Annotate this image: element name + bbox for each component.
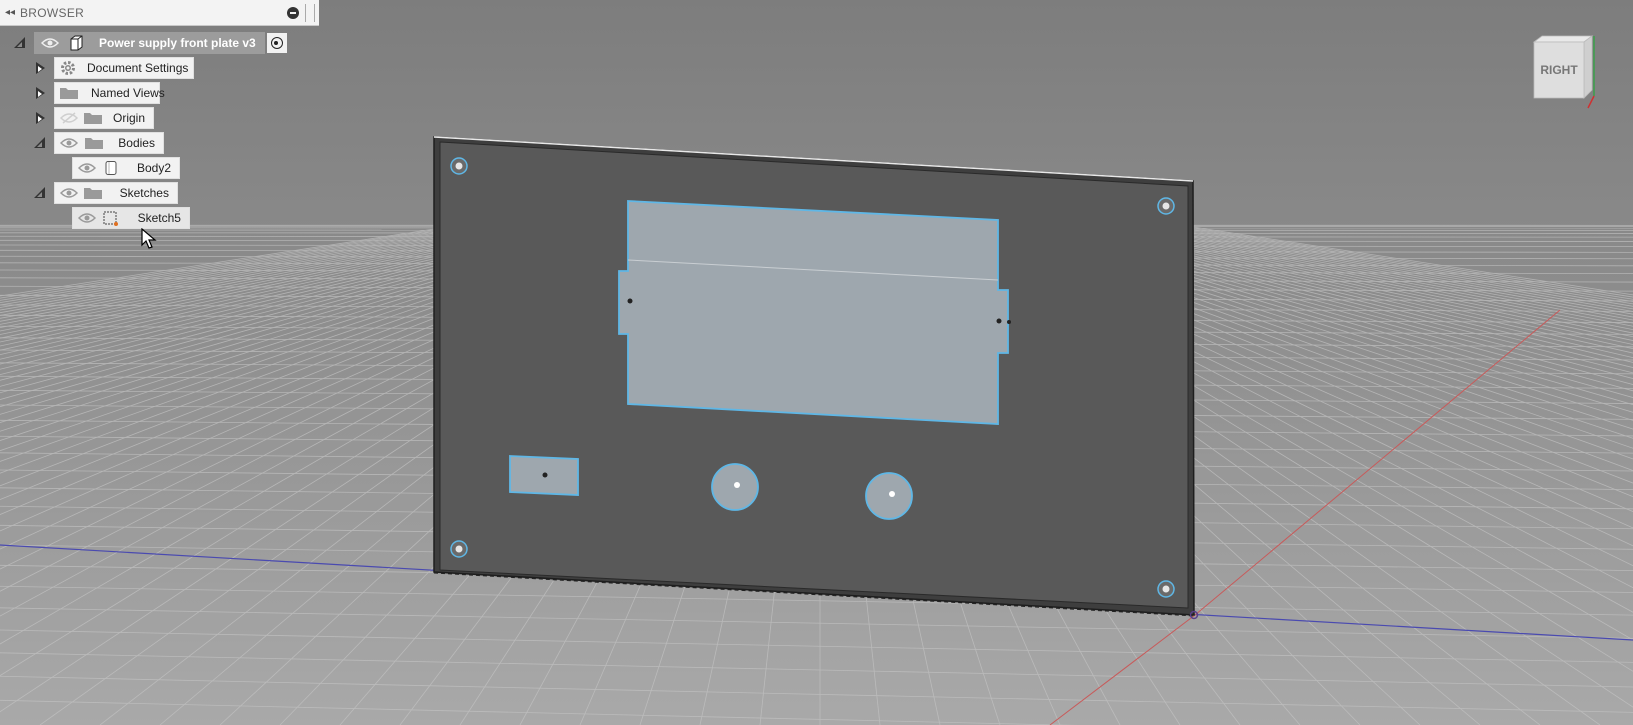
cutout-point (627, 298, 633, 304)
component-icon (65, 34, 87, 52)
tree-row-root[interactable]: Power supply front plate v3 (12, 31, 287, 55)
eye-hidden-icon[interactable] (59, 109, 79, 127)
tree-row-sketch5[interactable]: Sketch5 (72, 206, 190, 230)
browser-panel-header: ◂◂ BROWSER (0, 0, 319, 26)
folder-icon (83, 184, 103, 202)
viewcube-side (1583, 35, 1593, 99)
bodies-label: Bodies (118, 136, 155, 150)
gear-icon (59, 59, 77, 77)
folder-icon (59, 84, 79, 102)
document-settings-label: Document Settings (87, 61, 189, 75)
expand-arrow-closed-icon[interactable] (32, 60, 48, 76)
expand-arrow-open-icon[interactable] (32, 185, 48, 201)
3d-viewport[interactable] (0, 0, 1633, 725)
browser-title: BROWSER (20, 5, 85, 20)
sketches-label: Sketches (119, 186, 169, 200)
activate-radio-icon[interactable] (266, 33, 287, 53)
eye-icon[interactable] (59, 184, 79, 202)
viewcube-top (1532, 35, 1594, 43)
collapse-panel-icon[interactable]: ◂◂ (0, 0, 20, 26)
screw-hole (1157, 580, 1175, 598)
tree-row-named-views[interactable]: Named Views (32, 81, 165, 105)
sketch5-label: Sketch5 (137, 211, 181, 225)
tree-row-origin[interactable]: Origin (32, 106, 154, 130)
cutout-point (734, 482, 740, 488)
cutout-point (889, 491, 895, 497)
viewcube-face-label: RIGHT (1540, 63, 1578, 77)
tree-row-body2[interactable]: Body2 (72, 156, 180, 180)
folder-icon (84, 134, 105, 152)
cutout-point (542, 472, 548, 478)
minimize-icon[interactable] (287, 6, 299, 19)
tree-row-sketches[interactable]: Sketches (32, 181, 178, 205)
screw-hole (450, 157, 468, 175)
named-views-label: Named Views (91, 86, 165, 100)
expand-arrow-closed-icon[interactable] (32, 85, 48, 101)
body2-label: Body2 (136, 161, 171, 175)
eye-icon[interactable] (77, 209, 97, 227)
display-cutout (618, 200, 1009, 425)
panel-resize-icon[interactable] (305, 3, 315, 22)
sketches-node[interactable]: Sketches (54, 182, 178, 204)
root-component-node[interactable]: Power supply front plate v3 (34, 32, 265, 54)
view-cube[interactable]: RIGHT (1528, 34, 1608, 114)
expand-arrow-open-icon[interactable] (12, 35, 28, 51)
body-icon (101, 159, 121, 177)
tree-row-bodies[interactable]: Bodies (32, 131, 164, 155)
origin-node[interactable]: Origin (54, 107, 154, 129)
document-settings-node[interactable]: Document Settings (54, 57, 194, 79)
knob-cutout-right (865, 472, 913, 520)
cutout-point (1007, 320, 1011, 324)
sketch5-node[interactable]: Sketch5 (72, 207, 190, 229)
front-plate-body[interactable] (433, 136, 1195, 617)
eye-icon[interactable] (77, 159, 97, 177)
named-views-node[interactable]: Named Views (54, 82, 165, 104)
viewcube-x-axis (1587, 95, 1595, 109)
sketch-icon (101, 209, 121, 227)
origin-label: Origin (112, 111, 145, 125)
mouse-cursor-icon (141, 228, 157, 249)
folder-icon (83, 109, 103, 127)
root-component-label: Power supply front plate v3 (99, 36, 256, 50)
bodies-node[interactable]: Bodies (54, 132, 164, 154)
eye-icon[interactable] (59, 134, 80, 152)
eye-icon[interactable] (39, 34, 61, 52)
screw-hole (1157, 197, 1175, 215)
screw-hole (450, 540, 468, 558)
expand-arrow-closed-icon[interactable] (32, 110, 48, 126)
body2-node[interactable]: Body2 (72, 157, 180, 179)
tree-row-document-settings[interactable]: Document Settings (32, 56, 194, 80)
cutout-point (996, 318, 1002, 324)
expand-arrow-open-icon[interactable] (32, 135, 48, 151)
